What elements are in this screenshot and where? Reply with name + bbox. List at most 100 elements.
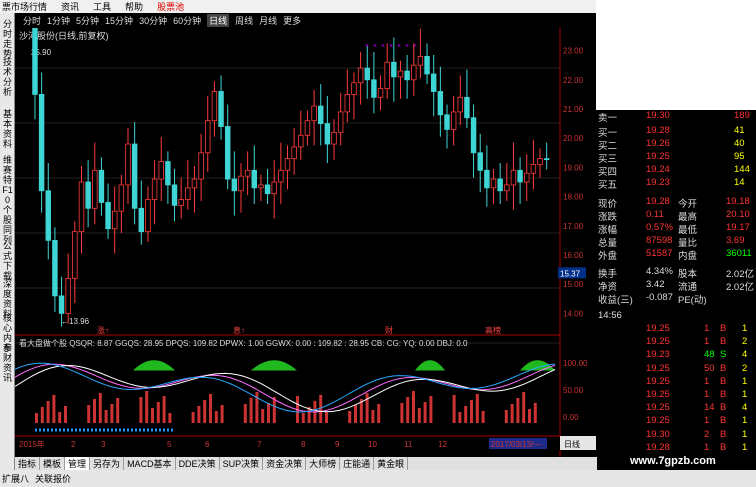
period-tab[interactable]: 5分钟: [76, 14, 99, 27]
quote-cell: 19.18: [726, 196, 750, 207]
side-tab[interactable]: 分时走势: [1, 19, 14, 59]
y-axis-label: 19.00: [563, 163, 584, 172]
quote-cell: 51587: [646, 248, 673, 259]
histogram-bar: [348, 411, 352, 423]
candle-body: [490, 178, 497, 189]
candle-body: [111, 210, 118, 230]
period-tab[interactable]: 更多: [283, 14, 301, 27]
histogram-bar: [423, 402, 427, 423]
quote-cell: 1: [742, 428, 748, 440]
histogram-bar: [458, 412, 462, 423]
tick-row: 19.30 2 B 1: [596, 429, 756, 442]
period-tab[interactable]: 周线: [235, 14, 253, 27]
indicator-tab[interactable]: 指标: [15, 457, 41, 470]
candle-body: [131, 143, 138, 209]
quote-cell: 19.28: [646, 441, 670, 453]
candle-body: [424, 56, 430, 75]
histogram-bar: [464, 406, 468, 423]
tick-row: 19.25 1 B 1: [596, 415, 756, 428]
indicator-tab[interactable]: 庄能通: [340, 457, 375, 470]
quote-cell: B: [720, 428, 727, 440]
quote-cell: B: [720, 336, 727, 348]
side-tab[interactable]: 东财资讯: [1, 343, 14, 383]
menu-item[interactable]: 股票池: [157, 0, 184, 13]
indicator-tab[interactable]: 资金决策: [263, 457, 307, 470]
indicator-tab[interactable]: 黄金眼: [374, 457, 409, 470]
candle-body: [371, 79, 377, 98]
candle-body: [78, 181, 85, 233]
candle-body: [171, 184, 178, 206]
quote-cell: 卖一: [598, 113, 618, 124]
quote-cell: 2: [704, 428, 710, 440]
quote-cell: 19.25: [646, 375, 670, 387]
histogram-bar: [220, 405, 224, 423]
candle-body: [158, 161, 164, 180]
side-tab[interactable]: 个股同列: [1, 205, 14, 245]
histogram-bar: [267, 403, 270, 423]
candle-body: [470, 117, 477, 154]
histogram-bar: [417, 408, 421, 423]
period-tab[interactable]: 1分钟: [47, 14, 70, 27]
side-tab[interactable]: 基本资料: [1, 109, 14, 149]
indicator-tab[interactable]: MACD基本: [124, 457, 176, 470]
candle-body: [510, 169, 517, 186]
indicator-tab[interactable]: 另存为: [90, 457, 125, 470]
period-tab[interactable]: 分时: [23, 14, 41, 27]
period-tab[interactable]: 日线: [207, 14, 230, 27]
candle-body: [411, 64, 417, 81]
quote-cell: 19.25: [646, 323, 670, 334]
quote-cell: 2: [742, 362, 748, 374]
quote-cell: 19.28: [646, 196, 670, 207]
x-axis-label: 3: [101, 440, 106, 449]
candle-body: [298, 134, 304, 148]
event-dot: ×: [373, 43, 377, 50]
footer-item[interactable]: 扩展八: [2, 472, 29, 485]
period-tab[interactable]: 60分钟: [173, 14, 201, 27]
quote-cell: 14: [734, 177, 745, 188]
quote-cell: 3.69: [726, 235, 745, 246]
menu-item[interactable]: 票市场行情: [2, 0, 47, 13]
indicator-tab[interactable]: SUP决策: [220, 457, 264, 470]
menu-item[interactable]: 帮助: [125, 0, 143, 13]
kline-chart[interactable]: 沙河股份(日线,前复权)25.90←13.9623.0022.0021.0020…: [15, 28, 597, 458]
candle-body: [264, 184, 271, 195]
period-tab[interactable]: 月线: [259, 14, 277, 27]
quote-cell: 19.26: [646, 138, 670, 149]
indicator-tab[interactable]: DDE决策: [176, 457, 220, 470]
quote-cell: 20.10: [726, 209, 750, 220]
indicator-tab[interactable]: 大师榜: [306, 457, 341, 470]
histogram-bar: [406, 397, 410, 423]
quote-cell: 1: [704, 375, 710, 387]
histogram-bar: [87, 405, 91, 423]
candle-body: [304, 120, 311, 136]
candle-body: [430, 73, 437, 92]
side-tab[interactable]: 公式下载: [1, 241, 14, 281]
candle-body: [72, 231, 78, 279]
side-tab[interactable]: 技术分析: [1, 57, 14, 97]
menu-item[interactable]: 工具: [93, 0, 111, 13]
histogram-bar: [116, 398, 120, 423]
quote-cell: 买一: [598, 128, 618, 139]
price-marker: 15.37: [560, 269, 581, 278]
histogram-bar: [510, 404, 514, 423]
histogram-bar: [35, 413, 38, 423]
blank-area: [596, 0, 756, 110]
quote-cell: 14:56: [598, 310, 622, 321]
quote-cell: 1: [742, 323, 748, 334]
quote-cell: 144: [734, 164, 750, 175]
footer-item[interactable]: 关联报价: [35, 472, 71, 485]
side-tab[interactable]: 维赛特F10: [1, 155, 14, 205]
menu-item[interactable]: 资讯: [61, 0, 79, 13]
quote-cell: 19.28: [646, 125, 670, 136]
indicator-hill: [520, 360, 555, 371]
indicator-tab[interactable]: 管理: [65, 457, 91, 470]
quote-cell: 内盘: [678, 251, 698, 262]
indicator-tab[interactable]: 模板: [40, 457, 66, 470]
candle-body: [198, 152, 204, 180]
quote-cell: 2: [742, 336, 748, 348]
period-tab[interactable]: 15分钟: [105, 14, 133, 27]
histogram-bar: [46, 401, 50, 423]
stat-row: 现价 19.28 今开 19.18: [596, 196, 756, 210]
period-tab[interactable]: 30分钟: [139, 14, 167, 27]
stat2-row: 换手 4.34% 股本 2.02亿: [596, 266, 756, 280]
